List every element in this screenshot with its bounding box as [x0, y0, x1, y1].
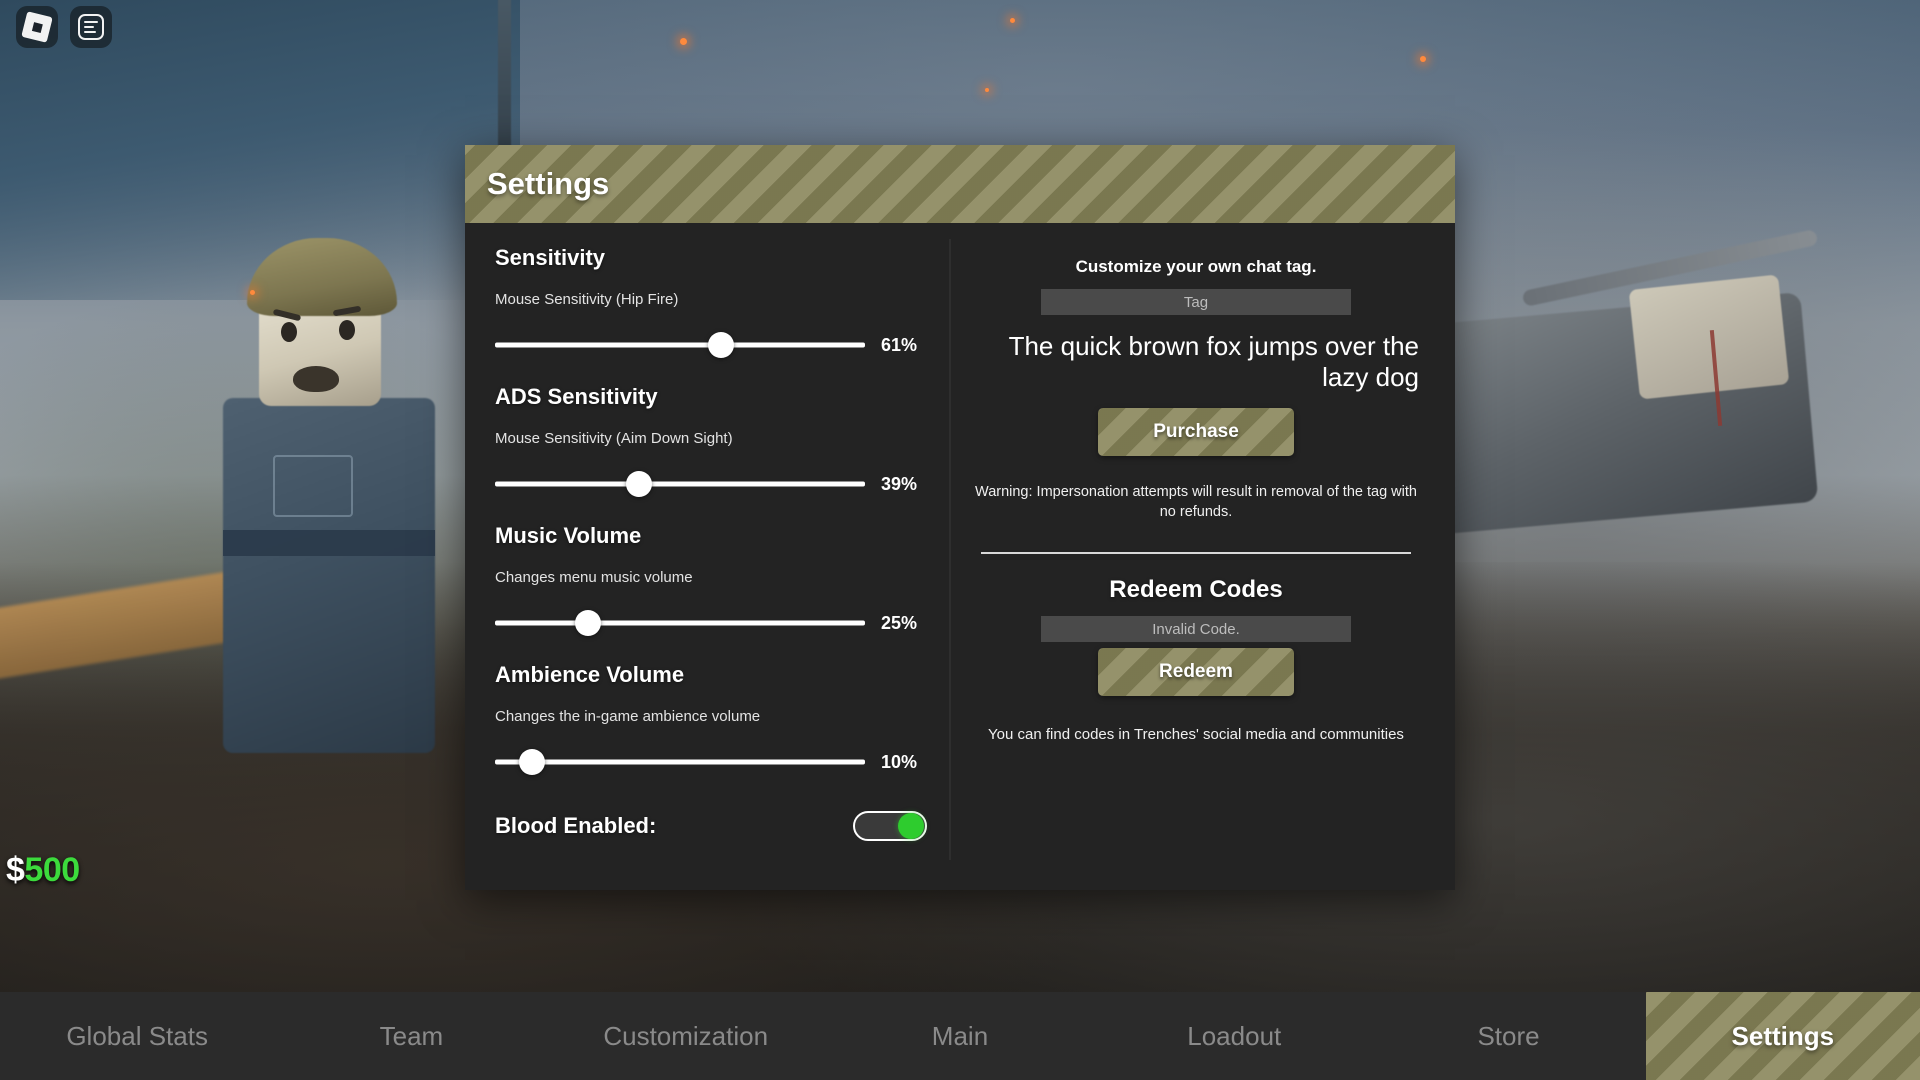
panel-header: Settings [465, 145, 1455, 223]
page-title: Settings [487, 166, 610, 201]
chat-tag-preview: The quick brown fox jumps over the lazy … [1008, 331, 1419, 392]
blood-enabled-label: Blood Enabled: [495, 813, 657, 838]
background-pole [498, 0, 511, 155]
setting-description: Mouse Sensitivity (Aim Down Sight) [495, 430, 733, 447]
slider-value: 10% [881, 751, 918, 772]
sensitivity-slider[interactable] [495, 332, 865, 358]
slider-row: 25% [495, 610, 935, 636]
slider-knob[interactable] [707, 332, 734, 358]
ambience-volume-slider[interactable] [495, 749, 865, 775]
setting-group-music-volume: Music Volume Changes menu music volume 2… [495, 523, 935, 636]
chat-tag-heading: Customize your own chat tag. [1075, 257, 1317, 276]
ads-sensitivity-slider[interactable] [495, 471, 865, 497]
panel-body: Sensitivity Mouse Sensitivity (Hip Fire)… [465, 223, 1455, 890]
roblox-home-button[interactable] [16, 6, 58, 48]
slider-value: 39% [881, 473, 918, 494]
blood-enabled-toggle[interactable] [853, 811, 927, 841]
nav-tab-store[interactable]: Store [1371, 992, 1645, 1080]
setting-group-blood-enabled: Blood Enabled: [495, 811, 935, 841]
setting-description: Mouse Sensitivity (Hip Fire) [495, 291, 679, 308]
nav-tab-settings[interactable]: Settings [1645, 992, 1920, 1080]
slider-track [495, 759, 865, 765]
setting-title: Sensitivity [495, 245, 606, 270]
slider-row: 61% [495, 332, 935, 358]
slider-track [495, 620, 865, 626]
slider-knob[interactable] [519, 749, 545, 775]
menu-list-icon [78, 14, 104, 40]
slider-track [495, 481, 865, 487]
setting-group-ads-sensitivity: ADS Sensitivity Mouse Sensitivity (Aim D… [495, 384, 935, 497]
setting-description: Changes the in-game ambience volume [495, 708, 761, 725]
setting-description: Changes menu music volume [495, 569, 693, 586]
slider-track [495, 342, 865, 348]
background-character [215, 230, 465, 753]
cash-amount: 500 [24, 851, 80, 889]
slider-value: 61% [881, 334, 918, 355]
slider-row: 39% [495, 471, 935, 497]
redeem-button[interactable]: Redeem [1098, 648, 1294, 697]
chat-tag-input[interactable]: Tag [1041, 289, 1351, 315]
setting-group-sensitivity: Sensitivity Mouse Sensitivity (Hip Fire)… [495, 245, 935, 358]
toggle-knob [898, 813, 924, 839]
nav-tab-loadout[interactable]: Loadout [1097, 992, 1371, 1080]
roblox-topbar [16, 6, 112, 48]
setting-title: Music Volume [495, 523, 642, 548]
redeem-codes-note: You can find codes in Trenches' social m… [988, 726, 1404, 744]
settings-left-column: Sensitivity Mouse Sensitivity (Hip Fire)… [483, 239, 951, 860]
section-divider [981, 552, 1411, 555]
setting-group-ambience-volume: Ambience Volume Changes the in-game ambi… [495, 662, 935, 775]
cash-symbol: $ [6, 851, 25, 889]
settings-panel: Settings Sensitivity Mouse Sensitivity (… [465, 145, 1455, 890]
slider-knob[interactable] [574, 610, 601, 636]
nav-tab-customization[interactable]: Customization [549, 992, 823, 1080]
slider-value: 25% [881, 612, 918, 633]
chat-tag-warning: Warning: Impersonation attempts will res… [975, 484, 1417, 521]
nav-tab-team[interactable]: Team [274, 992, 548, 1080]
slider-knob[interactable] [626, 471, 653, 497]
redeem-codes-title: Redeem Codes [1109, 576, 1283, 604]
redeem-code-input[interactable]: Invalid Code. [1041, 616, 1351, 643]
bottom-navigation: Global Stats Team Customization Main Loa… [0, 992, 1920, 1080]
nav-tab-global-stats[interactable]: Global Stats [0, 992, 274, 1080]
slider-row: 10% [495, 749, 935, 775]
purchase-button[interactable]: Purchase [1098, 408, 1294, 457]
cash-display: $500 [6, 851, 80, 890]
game-screen: $500 Settings Sensitivity Mouse Sensitiv… [0, 0, 1920, 1080]
roblox-menu-button[interactable] [70, 6, 112, 48]
nav-tab-main[interactable]: Main [823, 992, 1097, 1080]
roblox-logo-icon [21, 11, 53, 43]
setting-title: ADS Sensitivity [495, 384, 658, 409]
setting-title: Ambience Volume [495, 662, 685, 687]
settings-right-column: Customize your own chat tag. Tag The qui… [951, 239, 1437, 860]
music-volume-slider[interactable] [495, 610, 865, 636]
